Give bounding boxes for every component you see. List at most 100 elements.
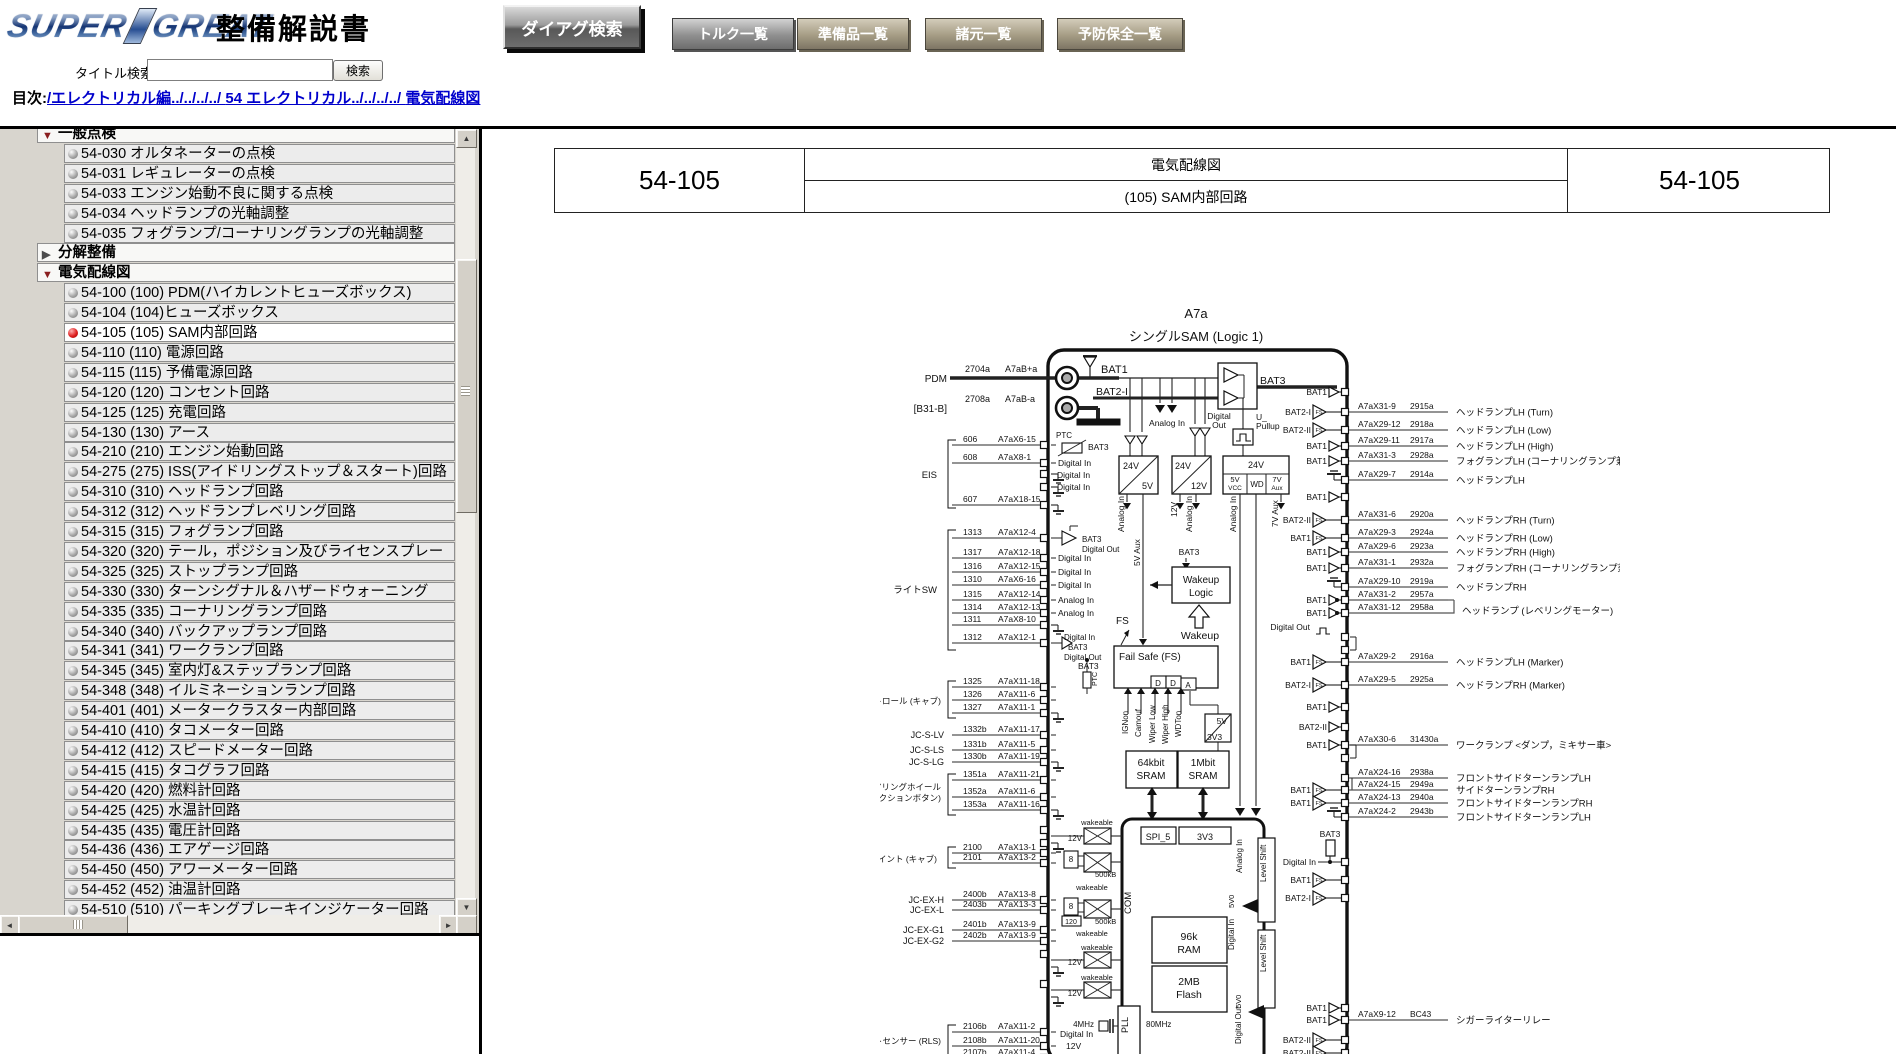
logo-super-text: SUPER bbox=[4, 7, 131, 45]
diagram-label: A7aX24-13 bbox=[1358, 792, 1401, 802]
diagram-label: Wiper High bbox=[1161, 704, 1170, 744]
diagram-label: Level Shift bbox=[1259, 934, 1268, 972]
diagram-label: A7aX6-15 bbox=[998, 434, 1036, 444]
diagram-label: Pullup bbox=[1256, 421, 1280, 431]
collapse-icon[interactable]: ▼ bbox=[42, 266, 53, 282]
svg-text:FS: FS bbox=[1316, 410, 1323, 416]
toc-item[interactable]: 54-340 (340) バックアップランプ回路 bbox=[64, 622, 455, 641]
toc-item[interactable]: 54-031 レギュレーターの点検 bbox=[64, 164, 455, 183]
toc-item[interactable]: 54-104 (104)ヒューズボックス bbox=[64, 303, 455, 322]
diagram-label: wakeable bbox=[1080, 943, 1113, 952]
diagram-label: 12V bbox=[1169, 502, 1179, 517]
toc-item[interactable]: 54-452 (452) 油温計回路 bbox=[64, 880, 455, 899]
toc-item[interactable]: 54-401 (401) メータークラスター内部回路 bbox=[64, 701, 455, 720]
toc-label: 54-425 (425) 水温計回路 bbox=[81, 803, 241, 819]
breadcrumb-segment-3[interactable]: 54 エレクトリカル bbox=[225, 90, 351, 107]
toc-item[interactable]: 54-210 (210) エンジン始動回路 bbox=[64, 442, 455, 461]
diagram-label: ヘッドランプLH (Marker) bbox=[1456, 658, 1563, 669]
toc-item[interactable]: 54-312 (312) ヘッドランプレベリング回路 bbox=[64, 502, 455, 521]
diagram-label: wakeable bbox=[1080, 973, 1113, 982]
toc-category[interactable]: ▶分解整備 bbox=[37, 243, 455, 262]
nav-button-3[interactable]: 準備品一覧 bbox=[797, 18, 909, 50]
toc-item[interactable]: 54-315 (315) フォグランプ回路 bbox=[64, 522, 455, 541]
svg-text:FS: FS bbox=[1316, 1038, 1323, 1044]
scroll-left-button[interactable]: ◄ bbox=[0, 915, 19, 933]
hscroll-thumb[interactable] bbox=[18, 915, 128, 933]
toc-item[interactable]: 54-030 オルタネーターの点検 bbox=[64, 144, 455, 163]
diagram-label: BAT2-II bbox=[1299, 722, 1327, 732]
toc-item[interactable]: 54-345 (345) 室内灯&ステップランプ回路 bbox=[64, 661, 455, 680]
toc-item[interactable]: 54-420 (420) 燃料計回路 bbox=[64, 781, 455, 800]
diagram-label: 500kB bbox=[1095, 917, 1116, 926]
breadcrumb-segment-4[interactable]: ../../../../ bbox=[351, 90, 405, 107]
toc-item[interactable]: 54-436 (436) エアゲージ回路 bbox=[64, 840, 455, 859]
diagram-label: BAT3 bbox=[1260, 375, 1286, 387]
toc-item[interactable]: 54-125 (125) 充電回路 bbox=[64, 403, 455, 422]
diagram-label: 24V bbox=[1248, 460, 1264, 470]
toc-item[interactable]: 54-110 (110) 電源回路 bbox=[64, 343, 455, 362]
toc-item[interactable]: 54-310 (310) ヘッドランプ回路 bbox=[64, 482, 455, 501]
toc-category[interactable]: ▼一般点検 bbox=[37, 129, 455, 143]
toc-label: 54-310 (310) ヘッドランプ回路 bbox=[81, 484, 284, 500]
diagram-label: ヘッドランプRH bbox=[1456, 583, 1527, 594]
toc-item[interactable]: 54-325 (325) ストップランプ回路 bbox=[64, 562, 455, 581]
diagram-label: ヘッドランプRH (Marker) bbox=[1456, 681, 1565, 692]
diagram-label: 608 bbox=[963, 452, 977, 462]
toc-item[interactable]: 54-330 (330) ターンシグナル＆ハザードウォーニング bbox=[64, 582, 455, 601]
diagram-label: 1313 bbox=[963, 527, 982, 537]
title-search-input[interactable] bbox=[147, 59, 333, 81]
diagram-label: 2924a bbox=[1410, 527, 1434, 537]
toc-item[interactable]: 54-115 (115) 予備電源回路 bbox=[64, 363, 455, 382]
expand-icon[interactable]: ▶ bbox=[42, 246, 50, 262]
toc-item[interactable]: 54-130 (130) アース bbox=[64, 423, 455, 442]
diagram-label: BAT2-II bbox=[1283, 1048, 1311, 1054]
sidebar-vscrollbar[interactable] bbox=[456, 129, 475, 915]
toc-item[interactable]: 54-341 (341) ワークランプ回路 bbox=[64, 641, 455, 660]
toc-item[interactable]: 54-320 (320) テール，ポジション及びライセンスプレー bbox=[64, 542, 455, 561]
toc-item[interactable]: 54-034 ヘッドランプの光軸調整 bbox=[64, 204, 455, 223]
diagram-label: BAT1 bbox=[1306, 1003, 1327, 1013]
breadcrumb-segment-2[interactable]: ../../../../ bbox=[171, 90, 225, 107]
toc-item[interactable]: 54-425 (425) 水温計回路 bbox=[64, 801, 455, 820]
toc-label: 54-410 (410) タコメーター回路 bbox=[81, 723, 284, 739]
nav-button-2[interactable]: トルク一覧 bbox=[672, 18, 794, 50]
diagram-label: 500kB bbox=[1095, 870, 1116, 879]
bullet-icon bbox=[68, 885, 78, 895]
nav-button-4[interactable]: 諸元一覧 bbox=[925, 18, 1042, 50]
app-window: SUPER GREAT 整備解説書 ダイアグ検索トルク一覧準備品一覧諸元一覧予防… bbox=[0, 0, 1896, 1054]
breadcrumb-segment-5[interactable]: 電気配線図 bbox=[405, 90, 480, 107]
diagram-label: 12V bbox=[1068, 958, 1083, 967]
diagram-label: A7aX31-3 bbox=[1358, 450, 1396, 460]
scroll-up-button[interactable]: ▲ bbox=[456, 129, 477, 148]
diagram-label: 24V bbox=[1175, 461, 1191, 471]
toc-item[interactable]: 54-348 (348) イルミネーションランプ回路 bbox=[64, 681, 455, 700]
toc-item[interactable]: 54-410 (410) タコメーター回路 bbox=[64, 721, 455, 740]
nav-button-5[interactable]: 予防保全一覧 bbox=[1057, 18, 1183, 50]
toc-item[interactable]: 54-035 フォグランプ/コーナリングランプの光軸調整 bbox=[64, 224, 455, 243]
toc-item[interactable]: 54-510 (510) パーキングブレーキインジケーター回路 bbox=[64, 900, 455, 915]
toc-item[interactable]: 54-033 エンジン始動不良に関する点検 bbox=[64, 184, 455, 203]
toc-item[interactable]: 54-120 (120) コンセント回路 bbox=[64, 383, 455, 402]
frame-divider-vertical[interactable] bbox=[479, 126, 482, 1054]
search-button[interactable]: 検索 bbox=[333, 60, 383, 81]
toc-item[interactable]: 54-275 (275) ISS(アイドリングストップ＆スタート)回路 bbox=[64, 462, 455, 481]
diagram-label: 1352a bbox=[963, 786, 987, 796]
diagram-label: Analog In bbox=[1116, 496, 1126, 532]
toc-item[interactable]: 54-435 (435) 電圧計回路 bbox=[64, 821, 455, 840]
toc-item[interactable]: 54-335 (335) コーナリングランプ回路 bbox=[64, 602, 455, 621]
toc-item[interactable]: 54-450 (450) アワーメーター回路 bbox=[64, 860, 455, 879]
bullet-icon bbox=[68, 845, 78, 855]
vscroll-thumb[interactable] bbox=[456, 259, 477, 513]
nav-button-1[interactable]: ダイアグ検索 bbox=[503, 5, 641, 49]
toc-item[interactable]: 54-412 (412) スピードメーター回路 bbox=[64, 741, 455, 760]
collapse-icon[interactable]: ▼ bbox=[42, 129, 53, 143]
toc-item[interactable]: 54-105 (105) SAM内部回路 bbox=[64, 323, 455, 342]
diagram-label: 2940a bbox=[1410, 792, 1434, 802]
toc-item[interactable]: 54-100 (100) PDM(ハイカレントヒューズボックス) bbox=[64, 283, 455, 302]
toc-category[interactable]: ▼電気配線図 bbox=[37, 263, 455, 282]
breadcrumb-segment-1[interactable]: /エレクトリカル編 bbox=[47, 90, 171, 107]
diagram-label: Digital Out bbox=[1234, 1006, 1243, 1044]
toc-item[interactable]: 54-415 (415) タコグラフ回路 bbox=[64, 761, 455, 780]
diagram-label: ヘッドランプLH (Low) bbox=[1456, 426, 1551, 437]
diagram-label: 4MHz bbox=[1073, 1020, 1094, 1029]
